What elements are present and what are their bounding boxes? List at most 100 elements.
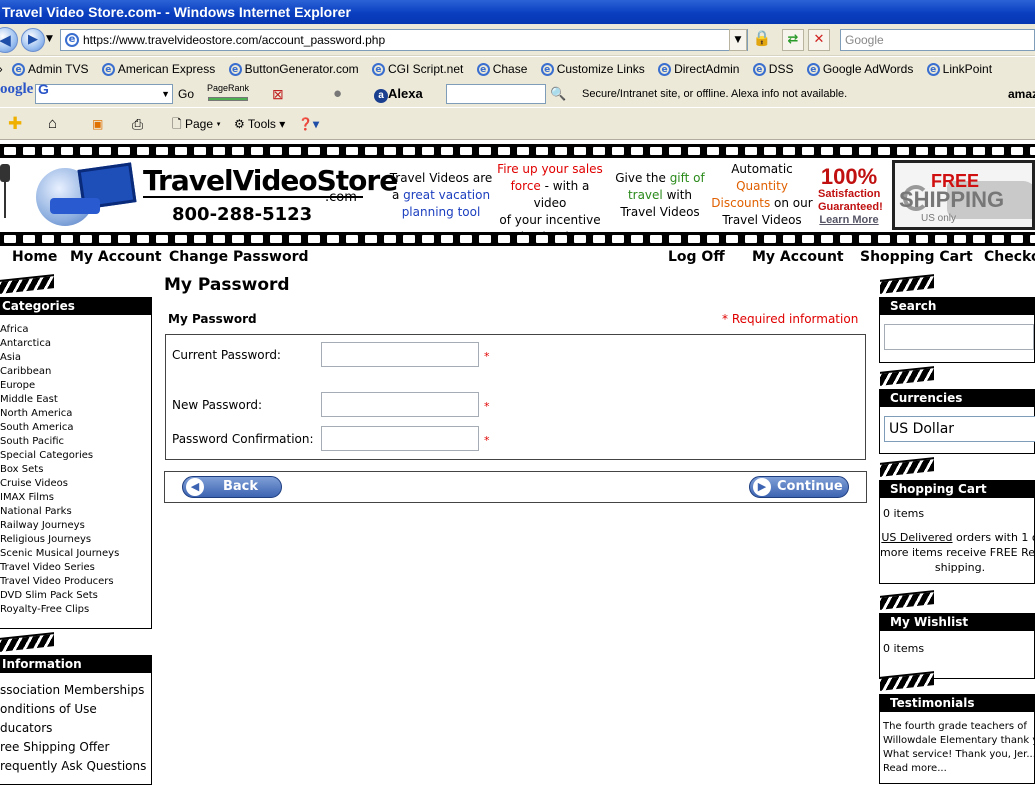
- wishlist-box: My Wishlist 0 items: [879, 613, 1035, 679]
- alexa-circle-icon[interactable]: ●: [333, 81, 342, 107]
- category-link[interactable]: Middle East: [0, 393, 151, 407]
- link-item[interactable]: e Google AdWords: [806, 57, 913, 81]
- guarantee-badge[interactable]: 100% Satisfaction Guaranteed! Learn More: [818, 166, 883, 227]
- tools-menu[interactable]: ⚙ Tools ▾: [234, 108, 285, 140]
- film-hole: [213, 147, 225, 155]
- site-banner: TravelVideoStore .com 800-288-5123 Trave…: [0, 158, 1035, 244]
- alexa-label[interactable]: a Alexa: [374, 81, 423, 107]
- category-link[interactable]: Railway Journeys: [0, 519, 151, 533]
- film-hole: [460, 235, 472, 243]
- page-menu[interactable]: 🗋 Page ▾: [172, 108, 221, 140]
- nav-home[interactable]: Home: [12, 246, 57, 268]
- testimonial-text: The fourth grade teachers of Willowdale …: [883, 720, 1035, 776]
- lock-icon[interactable]: 🔒: [752, 29, 772, 51]
- currency-select[interactable]: US Dollar: [884, 416, 1035, 442]
- category-link[interactable]: Box Sets: [0, 463, 151, 477]
- film-hole: [4, 235, 16, 243]
- nav-shopping-cart[interactable]: Shopping Cart: [860, 246, 973, 268]
- address-dropdown-button[interactable]: ▼: [729, 29, 747, 51]
- ie-page-icon: e: [65, 33, 79, 47]
- film-hole: [574, 147, 586, 155]
- category-link[interactable]: Africa: [0, 323, 151, 337]
- category-link[interactable]: Cruise Videos: [0, 477, 151, 491]
- magnifier-icon[interactable]: 🔍: [550, 81, 566, 107]
- nav-checkout[interactable]: Checkou: [984, 246, 1035, 268]
- film-hole: [232, 235, 244, 243]
- category-link[interactable]: IMAX Films: [0, 491, 151, 505]
- site-search-input[interactable]: [884, 324, 1034, 350]
- free-shipping-badge[interactable]: FREE SHIPPING US only: [892, 160, 1035, 230]
- google-toolbar-search[interactable]: G ▼: [35, 81, 173, 104]
- category-link[interactable]: Travel Video Producers: [0, 575, 151, 589]
- nav-my-account[interactable]: My Account: [70, 246, 162, 268]
- promo-vacation[interactable]: Travel Videos are a great vacation plann…: [389, 170, 493, 221]
- category-link[interactable]: Religious Journeys: [0, 533, 151, 547]
- link-item[interactable]: e LinkPoint: [926, 57, 992, 81]
- address-bar[interactable]: e https://www.travelvideostore.com/accoun…: [60, 29, 748, 51]
- category-link[interactable]: National Parks: [0, 505, 151, 519]
- info-link[interactable]: requently Ask Questions: [0, 757, 151, 776]
- home-icon[interactable]: ⌂: [48, 108, 57, 140]
- popup-blocker-icon[interactable]: ⊠: [272, 81, 284, 107]
- currencies-header: Currencies: [880, 389, 1034, 407]
- link-item[interactable]: e Chase: [476, 57, 527, 81]
- promo-gift[interactable]: Give the gift of travel with Travel Vide…: [610, 170, 710, 221]
- back-nav-icon[interactable]: ◀: [0, 27, 18, 53]
- film-hole: [460, 147, 472, 155]
- link-item[interactable]: e DSS: [752, 57, 793, 81]
- current-password-input[interactable]: [321, 342, 479, 367]
- category-link[interactable]: Europe: [0, 379, 151, 393]
- refresh-icon[interactable]: ⇄: [782, 29, 804, 51]
- category-link[interactable]: South America: [0, 421, 151, 435]
- category-link[interactable]: Royalty-Free Clips: [0, 603, 151, 617]
- category-link[interactable]: Special Categories: [0, 449, 151, 463]
- link-item[interactable]: e ButtonGenerator.com: [228, 57, 359, 81]
- read-more-link[interactable]: Read more...: [883, 762, 1035, 776]
- new-password-input[interactable]: [321, 392, 479, 417]
- info-link[interactable]: ducators: [0, 719, 151, 738]
- globe-tv-logo-icon[interactable]: [32, 162, 140, 228]
- confirm-password-input[interactable]: [321, 426, 479, 451]
- film-hole: [42, 147, 54, 155]
- category-link[interactable]: Travel Video Series: [0, 561, 151, 575]
- alexa-search-input[interactable]: [446, 84, 546, 104]
- nav-change-password[interactable]: Change Password: [169, 246, 309, 268]
- category-link[interactable]: South Pacific: [0, 435, 151, 449]
- stop-icon[interactable]: ✕: [808, 29, 830, 51]
- category-link[interactable]: Scenic Musical Journeys: [0, 547, 151, 561]
- amazon-logo[interactable]: amaz: [1008, 81, 1035, 107]
- category-link[interactable]: North America: [0, 407, 151, 421]
- favorites-star-icon[interactable]: ✚: [8, 108, 22, 140]
- ie-link-icon: e: [752, 63, 766, 77]
- category-link[interactable]: Antarctica: [0, 337, 151, 351]
- film-hole: [669, 147, 681, 155]
- nav-my-account-right[interactable]: My Account: [752, 246, 844, 268]
- category-link[interactable]: Caribbean: [0, 365, 151, 379]
- forward-nav-icon[interactable]: ▶: [21, 28, 45, 52]
- info-link[interactable]: ree Shipping Offer: [0, 738, 151, 757]
- logo-text[interactable]: TravelVideoStore: [143, 164, 398, 198]
- continue-button[interactable]: ▶ Continue: [749, 476, 849, 498]
- info-link[interactable]: onditions of Use: [0, 700, 151, 719]
- print-icon[interactable]: ⎙: [132, 108, 143, 140]
- link-item[interactable]: e DirectAdmin: [658, 57, 739, 81]
- help-icon[interactable]: ❓▾: [298, 108, 319, 140]
- info-link[interactable]: ssociation Memberships: [0, 681, 151, 700]
- us-delivered-link[interactable]: US Delivered: [881, 531, 952, 544]
- history-dropdown-icon[interactable]: ▼: [46, 34, 53, 44]
- wishlist-header: My Wishlist: [880, 613, 1034, 631]
- category-link[interactable]: Asia: [0, 351, 151, 365]
- google-go-button[interactable]: Go: [178, 81, 194, 107]
- feeds-icon[interactable]: ▣: [92, 108, 103, 140]
- back-button[interactable]: ◀ Back: [182, 476, 282, 498]
- browser-search-input[interactable]: Google: [840, 29, 1035, 51]
- nav-log-off[interactable]: Log Off: [668, 246, 725, 268]
- link-item[interactable]: e CGI Script.net: [371, 57, 463, 81]
- link-item[interactable]: e Customize Links: [540, 57, 645, 81]
- category-link[interactable]: DVD Slim Pack Sets: [0, 589, 151, 603]
- link-item[interactable]: e American Express: [101, 57, 215, 81]
- link-item[interactable]: e Admin TVS: [12, 57, 89, 81]
- promo-discounts[interactable]: Automatic Quantity Discounts on our Trav…: [710, 161, 814, 229]
- links-chevron-icon[interactable]: »: [0, 57, 3, 81]
- film-hole: [973, 147, 985, 155]
